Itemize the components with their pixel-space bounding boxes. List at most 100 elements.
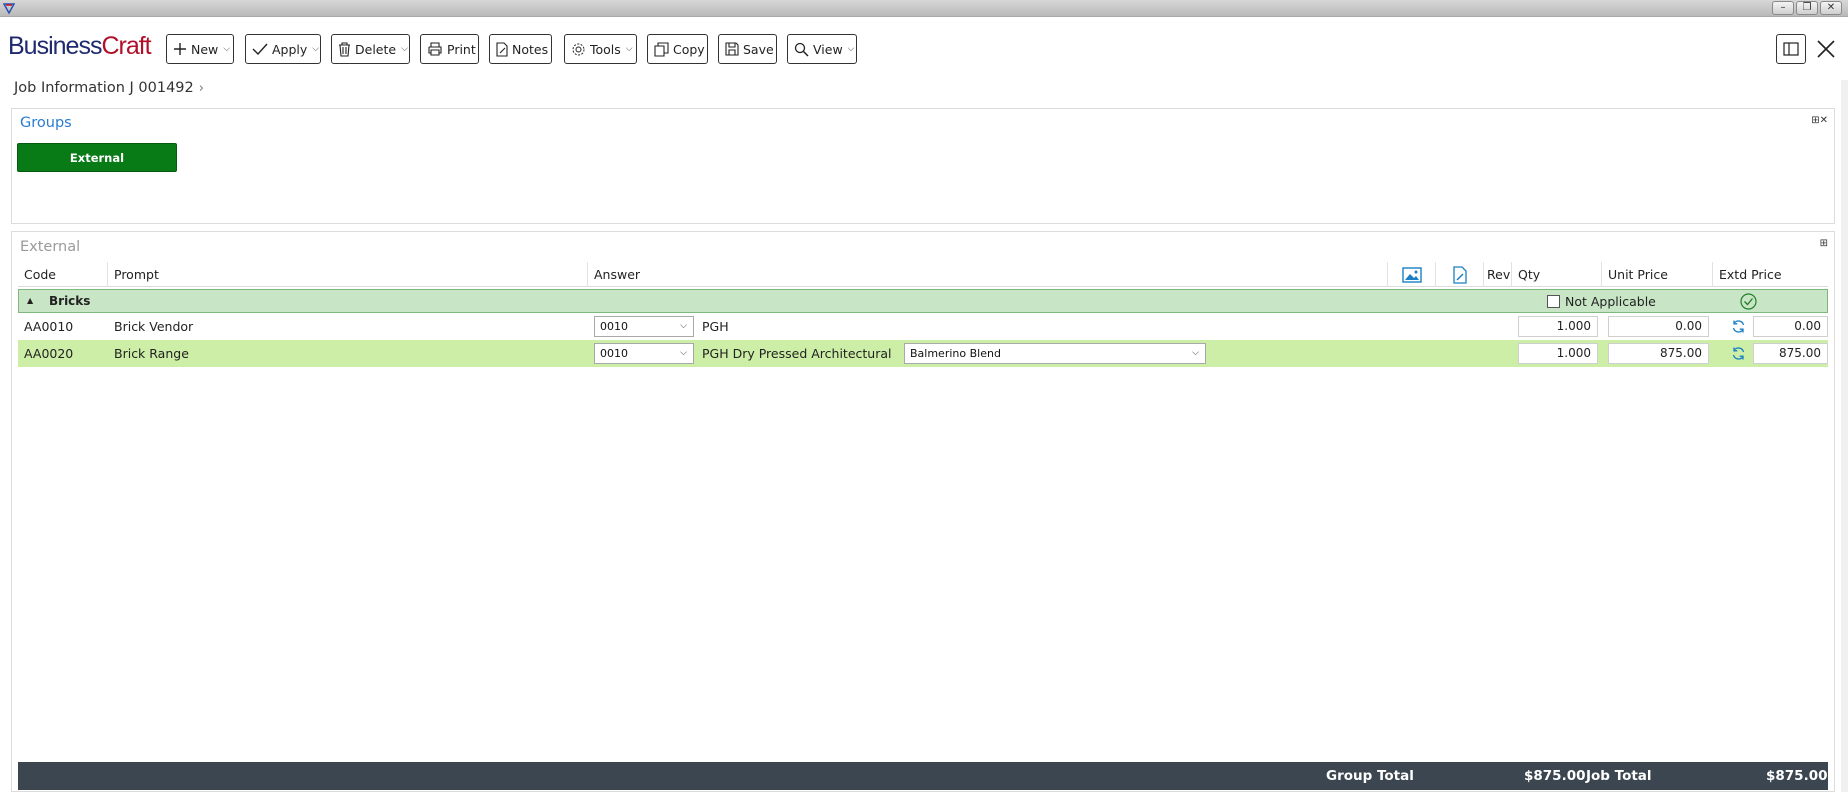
pin-icon[interactable]: ⊞ bbox=[1820, 238, 1828, 249]
column-header-unit-price[interactable]: Unit Price bbox=[1602, 262, 1713, 287]
split-panel-icon bbox=[1783, 42, 1799, 56]
column-header-image[interactable] bbox=[1388, 262, 1436, 287]
page-title: Job Information J 001492 bbox=[14, 80, 194, 96]
trash-icon bbox=[339, 41, 350, 57]
layout-toggle-button[interactable] bbox=[1776, 34, 1806, 64]
unit-price-input[interactable]: 875.00 bbox=[1608, 343, 1709, 364]
collapse-caret-icon[interactable]: ▲ bbox=[27, 296, 33, 305]
answer-code-select[interactable]: 0010 ⌵ bbox=[594, 343, 694, 364]
column-header-qty[interactable]: Qty bbox=[1512, 262, 1602, 287]
not-applicable-toggle[interactable]: Not Applicable bbox=[1547, 294, 1656, 309]
table-row-selected[interactable]: AA0020 Brick Range 0010 ⌵ PGH Dry Pressed… bbox=[18, 340, 1828, 367]
extd-price-input[interactable]: 0.00 bbox=[1753, 316, 1828, 337]
chevron-down-icon: ⌵ bbox=[223, 44, 231, 54]
chevron-right-icon: › bbox=[198, 81, 204, 96]
image-icon bbox=[1401, 266, 1422, 283]
notes-button[interactable]: Notes bbox=[489, 34, 552, 64]
row-code: AA0010 bbox=[24, 319, 74, 334]
not-applicable-checkbox[interactable] bbox=[1547, 295, 1560, 308]
group-name: Bricks bbox=[49, 294, 91, 308]
external-title: External bbox=[20, 239, 81, 255]
copy-icon bbox=[654, 41, 669, 57]
chevron-down-icon: ⌵ bbox=[847, 44, 855, 54]
save-button[interactable]: Save bbox=[718, 34, 777, 64]
chevron-down-icon: ⌵ bbox=[401, 44, 408, 54]
group-total-label: Group Total bbox=[1326, 768, 1414, 784]
extd-price-input[interactable]: 875.00 bbox=[1753, 343, 1828, 364]
delete-button[interactable]: Delete ⌵ bbox=[331, 34, 410, 64]
restore-icon[interactable]: ❐ bbox=[1796, 1, 1818, 15]
gear-icon bbox=[572, 43, 585, 55]
column-header-extd-price[interactable]: Extd Price bbox=[1713, 262, 1828, 287]
breadcrumb[interactable]: Job Information J 001492 › bbox=[14, 80, 204, 96]
questions-grid: Code Prompt Answer Rev Qty Unit Price Ex… bbox=[18, 262, 1828, 367]
apply-button-label: Apply bbox=[272, 41, 308, 57]
row-code: AA0020 bbox=[24, 346, 74, 361]
column-header-prompt[interactable]: Prompt bbox=[108, 262, 588, 287]
chevron-down-icon: ⌵ bbox=[680, 321, 687, 331]
printer-icon bbox=[428, 42, 442, 56]
grid-header: Code Prompt Answer Rev Qty Unit Price Ex… bbox=[18, 262, 1828, 287]
copy-button-label: Copy bbox=[673, 41, 705, 57]
save-icon bbox=[725, 42, 739, 56]
column-header-code[interactable]: Code bbox=[18, 262, 108, 287]
chevron-down-icon: ⌵ bbox=[1192, 348, 1199, 358]
tools-button[interactable]: Tools ⌵ bbox=[564, 34, 637, 64]
groups-title: Groups bbox=[20, 115, 72, 131]
sub-answer-select[interactable]: Balmerino Blend ⌵ bbox=[904, 343, 1206, 364]
refresh-icon[interactable] bbox=[1731, 319, 1746, 334]
apply-button[interactable]: Apply ⌵ bbox=[245, 34, 321, 64]
column-header-document[interactable] bbox=[1436, 262, 1484, 287]
external-panel: External ⊞ Code Prompt Answer Rev Qty Un… bbox=[11, 231, 1835, 792]
qty-input[interactable]: 1.000 bbox=[1518, 316, 1598, 337]
groups-panel: Groups ⊞✕ External bbox=[11, 108, 1835, 224]
job-total-label: Job Total bbox=[1586, 768, 1652, 784]
answer-text: PGH bbox=[702, 319, 729, 334]
app-icon bbox=[3, 3, 15, 14]
plus-icon bbox=[174, 43, 186, 55]
close-icon bbox=[1817, 40, 1835, 58]
search-icon bbox=[794, 42, 809, 57]
row-prompt: Brick Range bbox=[114, 346, 189, 361]
view-button[interactable]: View ⌵ bbox=[787, 34, 857, 64]
view-button-label: View bbox=[813, 41, 843, 57]
column-header-answer[interactable]: Answer bbox=[588, 262, 1388, 287]
group-total-value: $875.00 bbox=[1524, 768, 1586, 784]
tools-button-label: Tools bbox=[590, 41, 621, 57]
qty-input[interactable]: 1.000 bbox=[1518, 343, 1598, 364]
copy-button[interactable]: Copy bbox=[647, 34, 708, 64]
print-button[interactable]: Print bbox=[420, 34, 479, 64]
row-prompt: Brick Vendor bbox=[114, 319, 194, 334]
totals-footer: Group Total $875.00 Job Total $875.00 bbox=[18, 762, 1828, 790]
table-row[interactable]: AA0010 Brick Vendor 0010 ⌵ PGH 1.000 0.00… bbox=[18, 313, 1828, 340]
answer-code-select[interactable]: 0010 ⌵ bbox=[594, 316, 694, 337]
not-applicable-label: Not Applicable bbox=[1565, 294, 1656, 309]
window-titlebar: – ❐ ✕ bbox=[0, 0, 1848, 17]
pin-close-icon[interactable]: ⊞✕ bbox=[1811, 115, 1828, 126]
check-icon bbox=[252, 43, 268, 56]
chevron-down-icon: ⌵ bbox=[625, 44, 633, 54]
job-total-value: $875.00 bbox=[1766, 768, 1828, 784]
chevron-down-icon: ⌵ bbox=[312, 44, 320, 54]
notes-button-label: Notes bbox=[512, 41, 549, 57]
vertical-scrollbar[interactable] bbox=[1841, 80, 1848, 792]
document-edit-icon bbox=[1452, 265, 1467, 284]
print-button-label: Print bbox=[447, 41, 476, 57]
delete-button-label: Delete bbox=[355, 41, 397, 57]
window-controls: – ❐ ✕ bbox=[1772, 1, 1842, 15]
unit-price-input[interactable]: 0.00 bbox=[1608, 316, 1709, 337]
group-button-external[interactable]: External bbox=[17, 143, 177, 172]
minimize-icon[interactable]: – bbox=[1772, 1, 1794, 15]
new-button[interactable]: New ⌵ bbox=[166, 34, 234, 64]
new-button-label: New bbox=[191, 41, 219, 57]
refresh-icon[interactable] bbox=[1731, 346, 1746, 361]
column-header-rev[interactable]: Rev bbox=[1484, 262, 1512, 287]
app-logo: BusinessCraft bbox=[8, 32, 152, 60]
group-row-bricks[interactable]: ▲ Bricks Not Applicable bbox=[18, 289, 1828, 313]
note-icon bbox=[496, 41, 508, 57]
close-form-button[interactable] bbox=[1814, 34, 1838, 64]
toolbar: BusinessCraft New ⌵ Apply ⌵ Delete ⌵ Pri… bbox=[0, 18, 1848, 80]
save-button-label: Save bbox=[743, 41, 774, 57]
close-icon[interactable]: ✕ bbox=[1820, 1, 1842, 15]
answer-text: PGH Dry Pressed Architectural bbox=[702, 346, 892, 361]
